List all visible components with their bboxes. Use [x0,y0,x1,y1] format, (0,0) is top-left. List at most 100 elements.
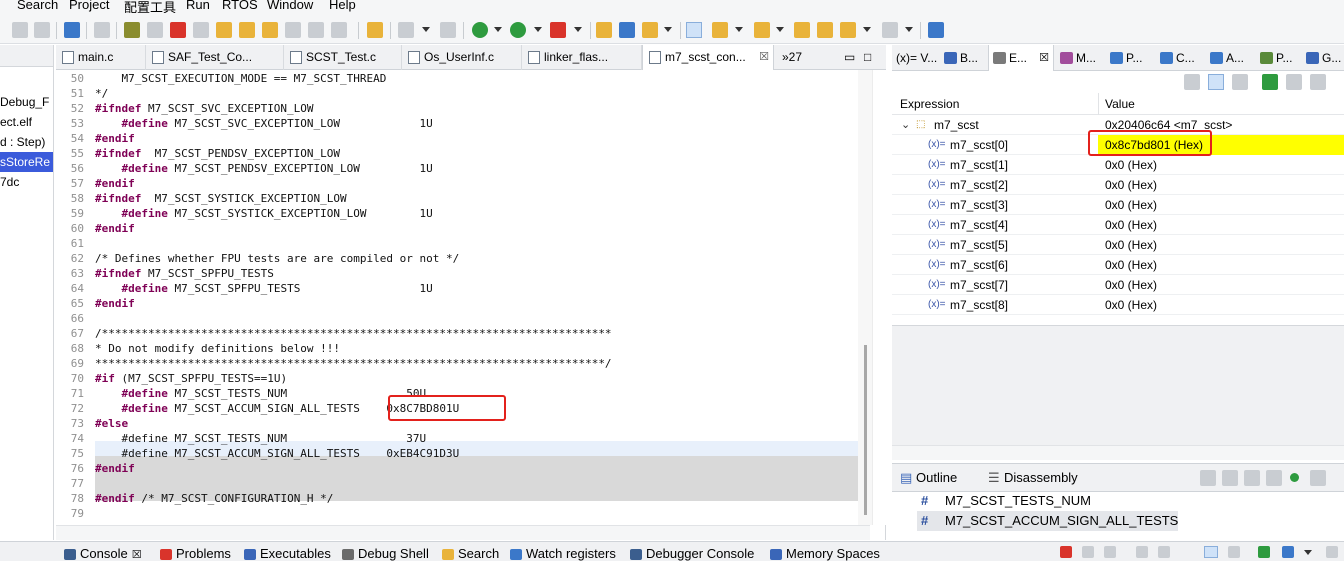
reset-icon[interactable] [367,22,383,38]
code-line[interactable]: 76 #endif [56,461,858,476]
tab-watch-registers[interactable]: Watch registers [508,546,616,561]
expression-row[interactable]: (x)= m7_scst[3] 0x0 (Hex) [892,195,1344,215]
chevron-down-icon[interactable] [863,27,871,34]
menu-help[interactable]: Help [329,0,356,12]
hide-macros-icon[interactable] [1310,470,1326,486]
stop-all-icon[interactable] [398,22,414,38]
code-line[interactable]: 54 #endif [56,131,858,146]
column-value[interactable]: Value [1105,93,1135,115]
back-icon[interactable] [840,22,856,38]
maximize-icon[interactable]: □ [864,50,871,64]
tab-overflow[interactable]: »27 [778,45,818,70]
tab-disassembly[interactable]: ☰ Disassembly [986,464,1078,492]
link-icon[interactable] [1208,74,1224,90]
code-line[interactable]: 79 [56,506,858,521]
drop-to-frame-icon[interactable] [285,22,301,38]
disconnect-icon[interactable] [193,22,209,38]
scroll-lock-icon[interactable] [1158,546,1170,558]
resume-icon[interactable] [124,22,140,38]
code-line[interactable]: 78 #endif /* M7_SCST_CONFIGURATION_H */ [56,491,858,506]
terminate-icon[interactable] [170,22,186,38]
new-wizard-icon[interactable] [619,22,635,38]
tab-saf-test-config[interactable]: SAF_Test_Co... [146,45,284,70]
tab-m7-scst-config[interactable]: m7_scst_con... ☒ [642,45,774,70]
hide-nonpublic-icon[interactable] [1290,473,1299,482]
editor-scroll-thumb[interactable] [864,345,867,515]
tab-variables[interactable]: (x)= V... [892,45,940,71]
code-line[interactable]: 62 /* Defines whether FPU tests are are c… [56,251,858,266]
tab-outline[interactable]: ▤ Outline [898,464,957,492]
close-icon[interactable]: ☒ [1039,45,1049,71]
undo-icon[interactable] [12,22,28,38]
chevron-down-icon[interactable] [574,27,582,34]
code-line[interactable]: 66 [56,311,858,326]
word-wrap-icon[interactable] [1204,546,1218,558]
tab-scst-test-c[interactable]: SCST_Test.c [284,45,402,70]
use-step-filters-icon[interactable] [331,22,347,38]
code-area[interactable]: 50 M7_SCST_EXECUTION_MODE == M7_SCST_THR… [56,70,886,525]
code-line[interactable]: 55 #ifndef M7_SCST_PENDSV_EXCEPTION_LOW [56,146,858,161]
tab-linker-flash[interactable]: linker_flas... [522,45,642,70]
code-line[interactable]: 69 **************************************… [56,356,858,371]
expression-row[interactable]: (x)= m7_scst[1] 0x0 (Hex) [892,155,1344,175]
clear-console-icon[interactable] [1136,546,1148,558]
code-line[interactable]: 64 #define M7_SCST_SPFPU_TESTS 1U [56,281,858,296]
hide-static-icon[interactable] [1266,470,1282,486]
code-line[interactable]: 75 #define M7_SCST_ACCUM_SIGN_ALL_TESTS … [56,446,858,461]
tab-analysis[interactable]: A... [1206,45,1256,71]
close-icon[interactable]: ☒ [132,549,142,561]
step-into-icon[interactable] [216,22,232,38]
code-line[interactable]: 53 #define M7_SCST_SVC_EXCEPTION_LOW 1U [56,116,858,131]
step-over-icon[interactable] [239,22,255,38]
debug-tree-item[interactable]: Debug_F [0,92,53,112]
tab-main-c[interactable]: main.c [56,45,146,70]
pin-icon[interactable] [642,22,658,38]
debug-tree-item-selected[interactable]: sStoreRe [0,152,53,172]
outline-item[interactable]: # M7_SCST_TESTS_NUM [917,491,1091,511]
hide-fields-icon[interactable] [1244,470,1260,486]
forward-icon[interactable] [882,22,898,38]
remove-all-icon[interactable] [1104,546,1116,558]
debug-tree-item[interactable]: ect.elf [0,112,53,132]
run-icon[interactable] [510,22,526,38]
menu-window[interactable]: Window [267,0,313,12]
add-expression-icon[interactable] [1262,74,1278,90]
code-line[interactable]: 65 #endif [56,296,858,311]
column-expression[interactable]: Expression [900,93,959,115]
monitor-icon[interactable] [64,22,80,38]
tab-debugger-console[interactable]: Debugger Console [628,546,754,561]
chevron-down-icon[interactable] [422,27,430,34]
debug-tree-item[interactable]: 7dc [0,172,53,192]
code-line[interactable]: 68 * Do not modify definitions below !!! [56,341,858,356]
chevron-down-icon[interactable] [664,27,672,34]
tab-problems[interactable]: Problems [158,546,231,561]
collapse-icon[interactable] [1200,470,1216,486]
code-line[interactable]: 61 [56,236,858,251]
terminate-icon[interactable] [1060,546,1072,558]
previous-annotation-icon[interactable] [754,22,770,38]
instruction-stepping-icon[interactable] [308,22,324,38]
tab-modules[interactable]: M... [1056,45,1104,71]
remove-all-icon[interactable] [1310,74,1326,90]
code-line[interactable]: 67 /*************************************… [56,326,858,341]
debug-icon[interactable] [472,22,488,38]
code-line[interactable]: 70 #if (M7_SCST_SPFPU_TESTS==1U) [56,371,858,386]
chevron-down-icon[interactable] [905,27,913,34]
code-line[interactable]: 56 #define M7_SCST_PENDSV_EXCEPTION_LOW … [56,161,858,176]
build-icon[interactable] [440,22,456,38]
code-line[interactable]: 60 #endif [56,221,858,236]
redo-icon[interactable] [34,22,50,38]
layout-icon[interactable] [1232,74,1248,90]
collapse-all-icon[interactable] [1184,74,1200,90]
editor-horizontal-scrollbar[interactable] [56,525,870,540]
display-console-icon[interactable] [1258,546,1270,558]
tab-cores[interactable]: C... [1156,45,1206,71]
code-line[interactable]: 77 [56,476,858,491]
code-line[interactable]: 52 #ifndef M7_SCST_SVC_EXCEPTION_LOW [56,101,858,116]
minimize-icon[interactable] [1326,546,1338,558]
remove-launch-icon[interactable] [1082,546,1094,558]
pin-console-icon[interactable] [1228,546,1240,558]
menu-search[interactable]: Search [17,0,58,12]
step-return-icon[interactable] [262,22,278,38]
menu-config-tool[interactable]: 配置工具 [124,0,176,13]
